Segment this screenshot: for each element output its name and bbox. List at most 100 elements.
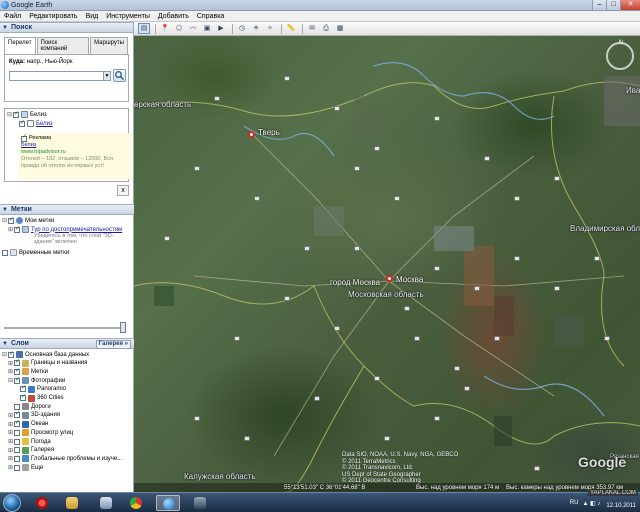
layer-checkbox[interactable] xyxy=(14,358,20,367)
expand-icon[interactable]: ⊟ xyxy=(2,351,7,358)
photo-marker[interactable] xyxy=(194,166,200,171)
minimize-button[interactable]: – xyxy=(592,0,606,10)
layer-row[interactable]: ⊞ Океан xyxy=(8,419,48,428)
expand-icon[interactable]: ⊞ xyxy=(8,455,13,462)
layer-row[interactable]: ⊞ Погода xyxy=(8,438,51,445)
layers-section-header[interactable]: ▼ Слои Галерея » xyxy=(0,338,134,349)
layer-row[interactable]: ⊞ Границы и названия xyxy=(8,358,87,367)
photo-marker[interactable] xyxy=(434,266,440,271)
expand-icon[interactable]: ⊞ xyxy=(8,368,13,375)
search-history-dropdown[interactable]: ▼ xyxy=(103,71,111,81)
expand-icon[interactable]: ⊞ xyxy=(8,429,13,436)
ruler-button[interactable]: 📏 xyxy=(285,23,297,34)
photo-marker[interactable] xyxy=(254,196,260,201)
transparency-slider-thumb[interactable] xyxy=(120,322,126,333)
photo-marker[interactable] xyxy=(554,286,560,291)
sidebar-toggle-button[interactable]: ▤ xyxy=(138,23,150,34)
search-section-header[interactable]: ▼ Поиск xyxy=(0,22,133,33)
layer-checkbox[interactable] xyxy=(14,455,20,462)
maximize-button[interactable]: □ xyxy=(606,0,620,10)
photo-marker[interactable] xyxy=(304,246,310,251)
menu-add[interactable]: Добавить xyxy=(154,13,193,20)
clear-search-button[interactable]: x xyxy=(117,185,129,196)
result-item-row[interactable]: Белиз xyxy=(19,119,53,127)
switch-to-sky-button[interactable]: ✧ xyxy=(264,23,276,34)
photo-marker[interactable] xyxy=(354,166,360,171)
taskbar-app-window[interactable] xyxy=(94,495,118,511)
layer-row[interactable]: ⊟ Основная база данных xyxy=(2,350,89,358)
menu-help[interactable]: Справка xyxy=(193,13,228,20)
photo-marker[interactable] xyxy=(434,116,440,121)
tour-checkbox[interactable] xyxy=(14,225,20,233)
layer-row[interactable]: ⊞ Метки xyxy=(8,367,48,376)
photo-marker[interactable] xyxy=(464,386,470,391)
photo-marker[interactable] xyxy=(234,336,240,341)
photo-marker[interactable] xyxy=(604,336,610,341)
add-polygon-button[interactable]: ⬠ xyxy=(173,23,185,34)
layer-checkbox[interactable] xyxy=(20,393,26,401)
taskbar-app-media[interactable] xyxy=(188,495,212,511)
collapse-icon[interactable]: ⊟ xyxy=(2,217,7,224)
photo-marker[interactable] xyxy=(374,376,380,381)
photo-marker[interactable] xyxy=(194,416,200,421)
tray-icons[interactable]: ▲ ◧ ♪ xyxy=(582,500,600,507)
expand-icon[interactable]: ⊞ xyxy=(8,447,13,454)
taskbar-app-chrome[interactable] xyxy=(124,495,148,511)
photo-marker[interactable] xyxy=(514,196,520,201)
map-view[interactable]: ерская область Тверь Ива Владимирская об… xyxy=(134,36,640,492)
menu-edit[interactable]: Редактировать xyxy=(25,13,81,20)
layer-checkbox[interactable] xyxy=(14,419,20,428)
layer-checkbox[interactable] xyxy=(14,438,20,445)
ad-title-link[interactable]: Белиз xyxy=(21,142,130,149)
ad-checkbox[interactable] xyxy=(21,134,27,142)
photo-marker[interactable] xyxy=(474,286,480,291)
layer-checkbox[interactable] xyxy=(14,403,20,410)
taskbar-app-google-earth[interactable] xyxy=(156,495,180,511)
language-indicator[interactable]: RU xyxy=(570,500,579,506)
photo-marker[interactable] xyxy=(554,176,560,181)
layer-checkbox[interactable] xyxy=(8,350,14,358)
close-button[interactable]: ✕ xyxy=(620,0,640,10)
expand-icon[interactable]: ⊞ xyxy=(8,438,13,445)
tver-city-marker[interactable] xyxy=(248,131,255,138)
photo-marker[interactable] xyxy=(404,306,410,311)
menu-file[interactable]: Файл xyxy=(0,13,25,20)
email-button[interactable]: ✉ xyxy=(306,23,318,34)
photo-marker[interactable] xyxy=(284,76,290,81)
expand-icon[interactable]: ⊞ xyxy=(8,226,13,233)
layer-row[interactable]: Panoramio xyxy=(14,384,66,393)
historical-imagery-button[interactable]: ◷ xyxy=(236,23,248,34)
layer-row[interactable]: ⊞ Глобальные проблемы и изуче... xyxy=(8,455,122,463)
layer-checkbox[interactable] xyxy=(20,384,26,393)
menu-view[interactable]: Вид xyxy=(82,13,103,20)
temporary-places-checkbox[interactable] xyxy=(2,249,8,256)
tab-find-businesses[interactable]: Поиск компаний xyxy=(36,37,90,54)
tour-link[interactable]: Тур по достопримечательностям xyxy=(31,227,122,233)
collapse-triangle-icon[interactable]: ▼ xyxy=(2,207,8,213)
photo-marker[interactable] xyxy=(214,96,220,101)
photo-marker[interactable] xyxy=(394,196,400,201)
layer-checkbox[interactable] xyxy=(14,376,20,384)
view-in-maps-button[interactable]: ▦ xyxy=(334,23,346,34)
print-button[interactable]: ⎙ xyxy=(320,23,332,34)
places-section-header[interactable]: ▼ Метки xyxy=(0,204,134,215)
start-button[interactable] xyxy=(3,494,21,512)
layer-row[interactable]: ⊞ Еще xyxy=(8,464,43,472)
add-path-button[interactable]: 〰 xyxy=(187,23,199,34)
moscow-city-marker[interactable] xyxy=(386,275,393,282)
result-root-checkbox[interactable] xyxy=(13,110,19,118)
photo-marker[interactable] xyxy=(354,246,360,251)
add-overlay-button[interactable]: ▣ xyxy=(201,23,213,34)
photo-marker[interactable] xyxy=(244,436,250,441)
photo-marker[interactable] xyxy=(484,156,490,161)
photo-marker[interactable] xyxy=(494,336,500,341)
layer-row[interactable]: ⊟ Фотографии xyxy=(8,376,65,385)
photo-marker[interactable] xyxy=(454,366,460,371)
expand-icon[interactable]: ⊞ xyxy=(8,360,13,367)
expand-icon[interactable]: ⊞ xyxy=(8,464,13,471)
record-tour-button[interactable]: ▶ xyxy=(215,23,227,34)
layer-row[interactable]: 360 Cities xyxy=(14,393,64,402)
sunlight-button[interactable]: ☀ xyxy=(250,23,262,34)
expand-icon[interactable]: ⊟ xyxy=(8,377,13,384)
search-input[interactable] xyxy=(9,71,105,81)
